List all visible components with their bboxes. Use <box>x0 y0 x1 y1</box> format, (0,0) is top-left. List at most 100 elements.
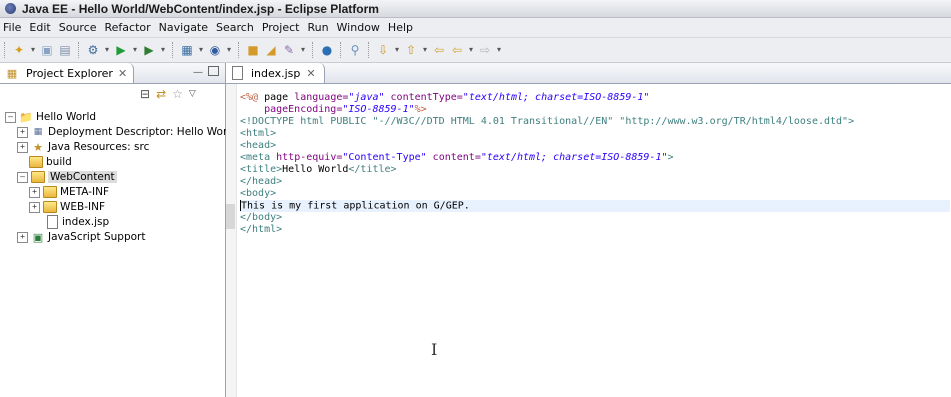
new-server-icon[interactable]: ▦ <box>179 42 195 58</box>
code-line[interactable]: <head> <box>240 140 950 152</box>
collapse-toggle-icon[interactable]: – <box>17 171 28 183</box>
tree-item-label: JavaScript Support <box>48 231 146 243</box>
code-line[interactable]: </html> <box>240 224 950 236</box>
back-icon[interactable]: ⇦ <box>449 42 465 58</box>
project-icon: 📁 <box>19 110 33 124</box>
menu-window[interactable]: Window <box>333 21 384 34</box>
tree-item-web-inf[interactable]: + WEB-INF <box>29 199 105 215</box>
back-dropdown-icon[interactable]: ▾ <box>467 42 475 58</box>
collapse-toggle-icon[interactable]: – <box>5 111 16 123</box>
tree-item-label: build <box>46 156 72 168</box>
code-line[interactable]: pageEncoding="ISO-8859-1"%> <box>240 104 950 116</box>
code-line[interactable]: <title>Hello World</title> <box>240 164 950 176</box>
run-icon[interactable]: ▶ <box>113 42 129 58</box>
new-dropdown-icon[interactable]: ▾ <box>29 42 37 58</box>
toolbar-separator <box>312 42 314 58</box>
external-tools-icon[interactable]: ▶ <box>141 42 157 58</box>
pen-dropdown-icon[interactable]: ▾ <box>299 42 307 58</box>
debug-icon[interactable]: ⚙ <box>85 42 101 58</box>
tree-item-javascript-support[interactable]: + ▣ JavaScript Support <box>17 229 145 245</box>
menu-search[interactable]: Search <box>212 21 258 34</box>
file-icon <box>45 215 59 229</box>
folder-icon <box>29 156 43 169</box>
close-icon[interactable]: ✕ <box>118 67 127 80</box>
menu-refactor[interactable]: Refactor <box>101 21 155 34</box>
external-tools-dropdown-icon[interactable]: ▾ <box>159 42 167 58</box>
previous-annotation-icon[interactable]: ⇧ <box>403 42 419 58</box>
forward-dropdown-icon[interactable]: ▾ <box>495 42 503 58</box>
folder-icon <box>43 201 57 214</box>
menu-run[interactable]: Run <box>303 21 332 34</box>
tree-item-deployment-descriptor[interactable]: + ▦ Deployment Descriptor: Hello World <box>17 124 237 140</box>
minimize-icon[interactable]: — <box>192 66 204 78</box>
tree-item-index-jsp[interactable]: index.jsp <box>45 214 109 230</box>
link-with-editor-icon[interactable]: ⇄ <box>156 87 166 101</box>
new-server-dropdown-icon[interactable]: ▾ <box>197 42 205 58</box>
eclipse-icon <box>5 3 16 14</box>
collapse-all-icon[interactable]: ⊟ <box>140 87 150 101</box>
new-icon[interactable]: ✦ <box>11 42 27 58</box>
code-line[interactable]: <body> <box>240 188 950 200</box>
globe-icon[interactable]: ● <box>319 42 335 58</box>
expand-toggle-icon[interactable]: + <box>29 186 40 198</box>
project-explorer-view: ▦ Project Explorer ✕ — ⊟ ⇄ ☆ ▽ – 📁 Hello… <box>0 63 237 397</box>
toolbar-separator <box>4 42 6 58</box>
tab-index-jsp[interactable]: index.jsp ✕ <box>226 63 325 83</box>
new-web-service-dropdown-icon[interactable]: ▾ <box>225 42 233 58</box>
pen-icon[interactable]: ✎ <box>281 42 297 58</box>
search-icon[interactable]: ⚲ <box>347 42 363 58</box>
tree-item-label: WebContent <box>48 171 117 183</box>
save-icon[interactable]: ▣ <box>39 42 55 58</box>
tree-item-hello-world[interactable]: – 📁 Hello World <box>5 109 96 125</box>
view-menu-icon[interactable]: ▽ <box>189 89 196 99</box>
close-icon[interactable]: ✕ <box>306 67 315 80</box>
folder-icon <box>43 186 57 199</box>
tree-item-java-resources[interactable]: + ★ Java Resources: src <box>17 139 149 155</box>
editor-tab-row: index.jsp ✕ <box>226 63 951 84</box>
maximize-icon[interactable] <box>208 66 219 76</box>
text-cursor-icon: I <box>431 340 438 359</box>
open-folder-icon[interactable]: ◢ <box>263 42 279 58</box>
tab-label: Project Explorer <box>26 66 113 80</box>
expand-toggle-icon[interactable]: + <box>29 201 40 213</box>
code-line[interactable]: </head> <box>240 176 950 188</box>
editor-gutter <box>226 84 237 397</box>
forward-icon[interactable]: ⇨ <box>477 42 493 58</box>
tab-project-explorer[interactable]: ▦ Project Explorer ✕ <box>0 63 135 83</box>
menu-help[interactable]: Help <box>384 21 417 34</box>
tree-item-label: index.jsp <box>62 216 110 228</box>
javascript-support-icon: ▣ <box>32 230 44 244</box>
code-text-area[interactable]: <%@ page language="java" contentType="te… <box>240 92 950 236</box>
code-line[interactable]: <html> <box>240 128 950 140</box>
code-line[interactable]: <%@ page language="java" contentType="te… <box>240 92 950 104</box>
filter-icon[interactable]: ☆ <box>172 87 183 101</box>
tree-item-build[interactable]: build <box>29 154 72 170</box>
code-line[interactable]: <meta http-equiv="Content-Type" content=… <box>240 152 950 164</box>
debug-dropdown-icon[interactable]: ▾ <box>103 42 111 58</box>
open-type-icon[interactable]: ■ <box>245 42 261 58</box>
next-annotation-icon[interactable]: ⇩ <box>375 42 391 58</box>
code-line[interactable]: </body> <box>240 212 950 224</box>
toolbar-separator <box>340 42 342 58</box>
project-explorer-icon: ▦ <box>6 66 18 80</box>
project-explorer-tab-row: ▦ Project Explorer ✕ — <box>0 63 225 84</box>
menu-file[interactable]: File <box>0 21 25 34</box>
new-web-service-icon[interactable]: ◉ <box>207 42 223 58</box>
tree-item-webcontent[interactable]: – WebContent <box>17 169 117 185</box>
menu-navigate[interactable]: Navigate <box>155 21 212 34</box>
tab-label: index.jsp <box>251 66 301 80</box>
last-edit-icon[interactable]: ⇦ <box>431 42 447 58</box>
expand-toggle-icon[interactable]: + <box>17 141 28 153</box>
run-dropdown-icon[interactable]: ▾ <box>131 42 139 58</box>
code-line-current[interactable]: This is my first application on G/GEP. <box>240 200 950 212</box>
menu-source[interactable]: Source <box>55 21 101 34</box>
print-icon[interactable]: ▤ <box>57 42 73 58</box>
menu-project[interactable]: Project <box>258 21 304 34</box>
menu-edit[interactable]: Edit <box>25 21 54 34</box>
next-annotation-dropdown-icon[interactable]: ▾ <box>393 42 401 58</box>
code-line[interactable]: <!DOCTYPE html PUBLIC "-//W3C//DTD HTML … <box>240 116 950 128</box>
expand-toggle-icon[interactable]: + <box>17 231 28 243</box>
previous-annotation-dropdown-icon[interactable]: ▾ <box>421 42 429 58</box>
tree-item-meta-inf[interactable]: + META-INF <box>29 184 109 200</box>
expand-toggle-icon[interactable]: + <box>17 126 28 138</box>
